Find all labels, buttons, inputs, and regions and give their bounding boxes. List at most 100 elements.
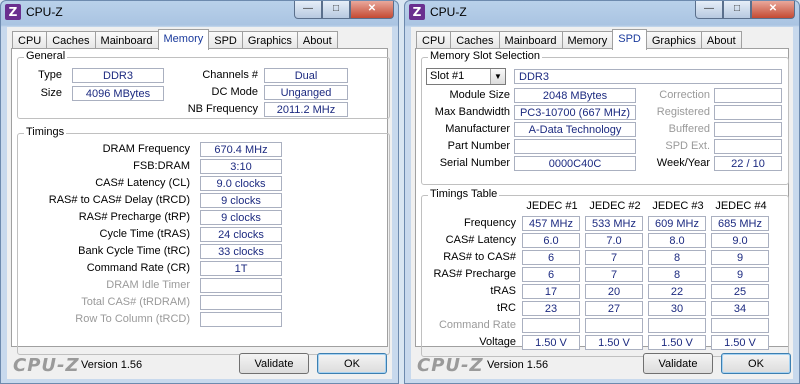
spd-panel: Memory Slot Selection Slot #1 ▼ DDR3 Mod…	[415, 48, 789, 357]
title-bar[interactable]: Z CPU-Z — □ ✕	[405, 1, 799, 23]
close-button[interactable]: ✕	[350, 1, 394, 19]
slot-select-value: Slot #1	[430, 70, 465, 82]
validate-button[interactable]: Validate	[239, 353, 309, 374]
timing-cell	[711, 318, 769, 333]
memory-slot-title: Memory Slot Selection	[428, 50, 543, 62]
channels-label: Channels #	[202, 69, 258, 81]
cpuz-window-memory: Z CPU-Z — □ ✕ CPU Caches Mainboard Memory SP…	[0, 0, 399, 384]
minimize-button[interactable]: —	[294, 1, 322, 19]
timing-value: 1T	[200, 261, 282, 276]
timing-cell: 609 MHz	[648, 216, 706, 231]
validate-button[interactable]: Validate	[643, 353, 713, 374]
timing-cell: 9.0	[711, 233, 769, 248]
week-year-value: 22 / 10	[714, 156, 782, 171]
maximize-button[interactable]: □	[723, 1, 751, 19]
column-header: JEDEC #3	[652, 200, 704, 212]
timing-cell: 457 MHz	[522, 216, 580, 231]
timing-cell: 1.50 V	[585, 335, 643, 350]
ok-button[interactable]: OK	[721, 353, 791, 374]
timing-row-label: RAS# Precharge	[433, 268, 516, 280]
cpuz-app-icon[interactable]: Z	[409, 4, 425, 20]
timing-cell: 25	[711, 284, 769, 299]
ok-button[interactable]: OK	[317, 353, 387, 374]
memory-slot-group: Memory Slot Selection Slot #1 ▼ DDR3 Mod…	[421, 50, 789, 185]
cpuz-window-spd: Z CPU-Z — □ ✕ CPU Caches Mainboard Memory SP…	[404, 0, 800, 384]
tab-strip: CPU Caches Mainboard Memory SPD Graphics About	[12, 29, 338, 50]
timing-cell: 6	[522, 250, 580, 265]
timing-row-label: tRC	[497, 302, 516, 314]
timing-label: RAS# Precharge (tRP)	[78, 211, 190, 223]
version-label: Version 1.56	[81, 359, 143, 371]
timing-row-label: Command Rate	[438, 319, 516, 331]
timing-cell	[585, 318, 643, 333]
window-title: CPU-Z	[430, 5, 467, 19]
dcmode-value: Unganged	[264, 85, 348, 100]
timing-row-label: RAS# to CAS#	[443, 251, 516, 263]
timing-cell: 8	[648, 267, 706, 282]
timing-cell: 17	[522, 284, 580, 299]
nbfreq-value: 2011.2 MHz	[264, 102, 348, 117]
timing-cell: 685 MHz	[711, 216, 769, 231]
cpuz-app-icon[interactable]: Z	[5, 4, 21, 20]
timing-cell: 7	[585, 267, 643, 282]
timing-cell: 533 MHz	[585, 216, 643, 231]
cpuz-logo: CPU-Z	[417, 355, 484, 376]
timing-value: 670.4 MHz	[200, 142, 282, 157]
timing-cell: 30	[648, 301, 706, 316]
slot-type-value: DDR3	[514, 69, 782, 84]
correction-value	[714, 88, 782, 103]
maximize-button[interactable]: □	[322, 1, 350, 19]
module-size-value: 2048 MBytes	[514, 88, 636, 103]
close-button[interactable]: ✕	[751, 1, 795, 19]
channels-value: Dual	[264, 68, 348, 83]
module-size-label: Module Size	[449, 89, 510, 101]
type-label: Type	[38, 69, 62, 81]
spd-ext-value	[714, 139, 782, 154]
general-group: General Type DDR3 Size 4096 MBytes Chann…	[17, 50, 390, 119]
cpuz-logo: CPU-Z	[13, 355, 80, 376]
size-label: Size	[40, 87, 62, 99]
version-label: Version 1.56	[487, 359, 549, 371]
title-bar[interactable]: Z CPU-Z — □ ✕	[1, 1, 398, 23]
timing-value: 3:10	[200, 159, 282, 174]
registered-value	[714, 105, 782, 120]
tab-spd[interactable]: SPD	[612, 29, 647, 50]
timing-label: DRAM Idle Timer	[106, 279, 190, 291]
max-bandwidth-value: PC3-10700 (667 MHz)	[514, 105, 636, 120]
timing-cell: 34	[711, 301, 769, 316]
minimize-button[interactable]: —	[695, 1, 723, 19]
manufacturer-label: Manufacturer	[445, 123, 510, 135]
tab-strip: CPU Caches Mainboard Memory SPD Graphics About	[416, 29, 742, 50]
timing-label: Total CAS# (tRDRAM)	[81, 296, 190, 308]
timing-cell: 27	[585, 301, 643, 316]
registered-label: Registered	[656, 106, 710, 118]
timing-cell: 6	[522, 267, 580, 282]
tab-memory[interactable]: Memory	[157, 29, 210, 50]
timing-value: 9 clocks	[200, 193, 282, 208]
column-header: JEDEC #1	[526, 200, 578, 212]
timing-cell: 6.0	[522, 233, 580, 248]
timings-group: Timings DRAM Frequency 670.4 MHz FSB:DRAM 3…	[17, 126, 390, 355]
max-bandwidth-label: Max Bandwidth	[434, 106, 510, 118]
timing-cell: 1.50 V	[648, 335, 706, 350]
chevron-down-icon[interactable]: ▼	[490, 69, 505, 84]
timing-cell: 8.0	[648, 233, 706, 248]
part-number-value	[514, 139, 636, 154]
timing-cell: 22	[648, 284, 706, 299]
timing-label: Row To Column (tRCD)	[75, 313, 190, 325]
timing-label: CAS# Latency (CL)	[95, 177, 190, 189]
window-title: CPU-Z	[26, 5, 63, 19]
timing-row-label: Frequency	[464, 217, 516, 229]
column-header: JEDEC #2	[589, 200, 641, 212]
general-title: General	[24, 50, 68, 62]
timing-cell: 7	[585, 250, 643, 265]
timing-value: 9.0 clocks	[200, 176, 282, 191]
spd-ext-label: SPD Ext.	[665, 140, 710, 152]
timing-value: 9 clocks	[200, 210, 282, 225]
timing-label: Bank Cycle Time (tRC)	[78, 245, 190, 257]
timing-row-label: tRAS	[490, 285, 516, 297]
correction-label: Correction	[659, 89, 710, 101]
timing-value: 24 clocks	[200, 227, 282, 242]
slot-select[interactable]: Slot #1 ▼	[426, 68, 506, 85]
timing-value	[200, 278, 282, 293]
